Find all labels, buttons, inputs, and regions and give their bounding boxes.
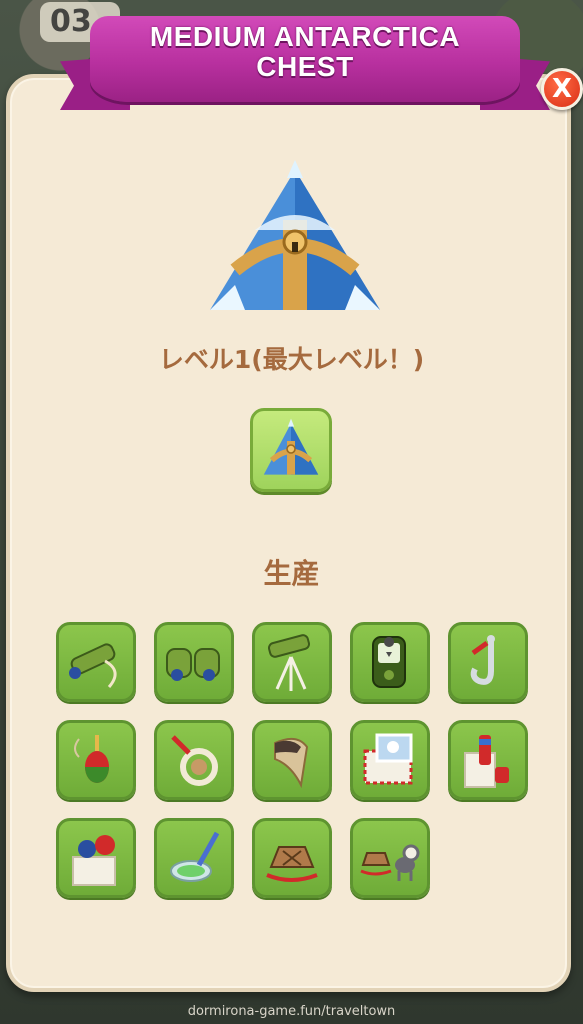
postcard-envelope-icon — [363, 733, 413, 785]
production-item[interactable] — [448, 622, 528, 702]
tooth-fang-icon — [274, 737, 309, 789]
production-item[interactable] — [448, 720, 528, 800]
telescope-icon — [267, 634, 311, 691]
fishing-hook-icon — [470, 635, 495, 685]
sled-icon — [266, 846, 318, 882]
production-item[interactable] — [56, 622, 136, 702]
gps-device-icon — [372, 636, 406, 688]
fishing-float-icon — [74, 735, 109, 783]
gift-box-icon — [72, 835, 116, 886]
title-ribbon: MEDIUM ANTARCTICA CHEST — [60, 8, 550, 128]
production-item[interactable] — [154, 720, 234, 800]
chest-level-tile[interactable] — [250, 408, 332, 492]
production-item[interactable] — [252, 720, 332, 800]
page-title: MEDIUM ANTARCTICA CHEST — [90, 22, 520, 82]
production-title: 生産 — [263, 557, 320, 590]
antarctica-chest-icon — [210, 160, 380, 310]
production-item[interactable] — [252, 622, 332, 702]
production-item[interactable] — [56, 720, 136, 800]
production-item[interactable] — [154, 818, 234, 898]
watermark-text: dormirona-game.fun/traveltown — [187, 1004, 396, 1019]
production-item[interactable] — [350, 622, 430, 702]
production-item[interactable] — [154, 622, 234, 702]
production-item[interactable] — [350, 720, 430, 800]
production-item[interactable] — [350, 818, 430, 898]
title-line-2: CHEST — [256, 51, 354, 82]
title-line-1: MEDIUM ANTARCTICA — [149, 21, 461, 52]
petri-dish-icon — [170, 831, 220, 882]
dog-sled-icon — [360, 844, 420, 881]
chest-level-text: レベル1(最大レベル！) — [158, 345, 425, 374]
life-ring-icon — [171, 735, 218, 786]
spyglass-icon — [69, 643, 117, 688]
antarctica-chest-icon — [263, 418, 319, 475]
production-item[interactable] — [56, 818, 136, 898]
thermos-box-icon — [464, 735, 509, 788]
close-button[interactable]: X — [541, 68, 583, 110]
production-item[interactable] — [252, 818, 332, 898]
binoculars-icon — [166, 648, 220, 681]
